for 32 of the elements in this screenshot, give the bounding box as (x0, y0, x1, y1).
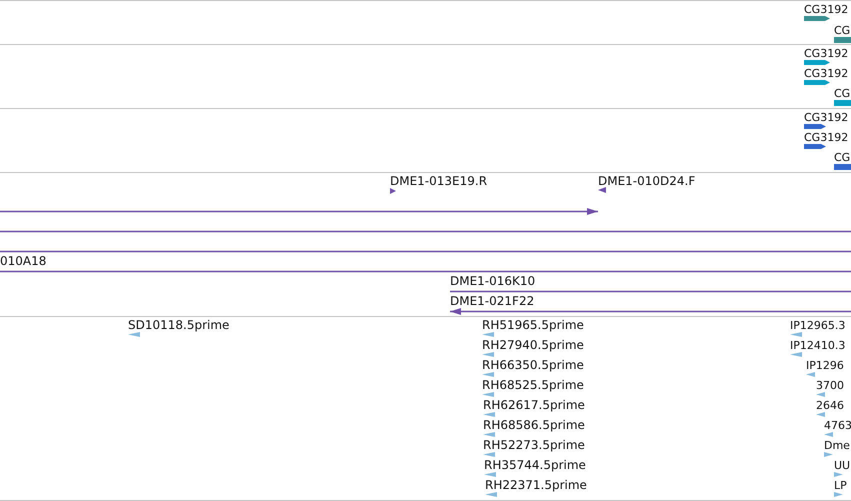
feature-label: RH27940.5prime (482, 339, 584, 352)
feature-label: IP1296 (806, 359, 844, 372)
feature-label: RH66350.5prime (482, 359, 584, 372)
feature-label: 2646 (816, 399, 844, 412)
feature-label: CG3192 (804, 111, 848, 124)
feature-label: RH68586.5prime (483, 419, 585, 432)
feature-label: LP (834, 479, 847, 492)
feature-label: IP12410.3 (790, 339, 846, 352)
feature-label: CG (834, 151, 850, 164)
feature-label: CG (834, 24, 850, 37)
feature-label: 4763 (824, 419, 851, 432)
feature-label: SD10118.5prime (128, 319, 230, 332)
feature-label: 3700 (816, 379, 844, 392)
feature-label: RH35744.5prime (484, 459, 586, 472)
feature-label: CG3192 (804, 3, 848, 16)
feature-label: RH22371.5prime (485, 479, 587, 492)
feature-label: DME1-010D24.F (598, 175, 696, 188)
feature-label: CG3192 (804, 67, 848, 80)
feature-label: RH62617.5prime (483, 399, 585, 412)
feature-label: CG (834, 87, 850, 100)
feature-label: IP12965.3 (790, 319, 846, 332)
feature-label: UU (834, 459, 850, 472)
feature-label: RH51965.5prime (482, 319, 584, 332)
feature-label: RH68525.5prime (482, 379, 584, 392)
feature-label: CG3192 (804, 131, 848, 144)
feature-label: CG3192 (804, 47, 848, 60)
feature-label: DME1-021F22 (450, 295, 534, 308)
feature-label: DME1-013E19.R (390, 175, 488, 188)
feature-label: DME1-016K10 (450, 275, 536, 288)
feature-label: Dme (824, 439, 850, 452)
feature-label: 010A18 (0, 255, 46, 268)
feature-label: RH52273.5prime (483, 439, 585, 452)
